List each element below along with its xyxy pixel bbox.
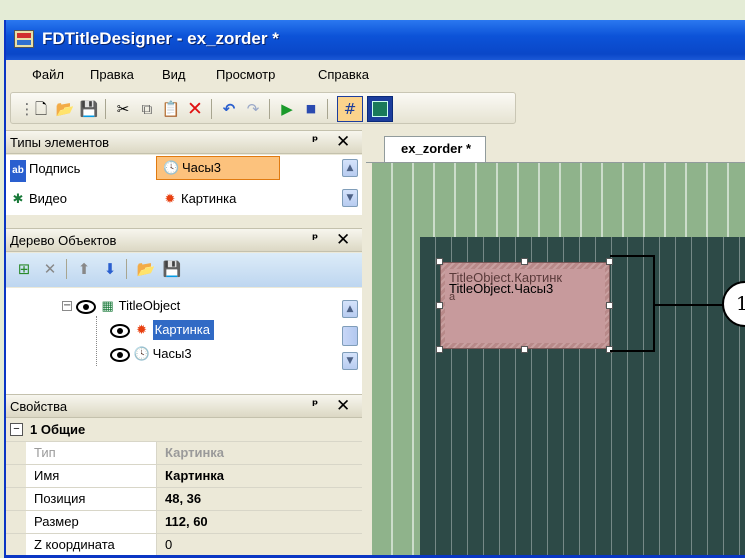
type-item-caption[interactable]: ab Подпись: [10, 158, 80, 182]
main-toolbar: ⋮ 🗋 📂 💾 ✂ ⧉ 📋 ✕ ↶ ↷ ▶ ■ #: [10, 92, 516, 124]
callout-bracket: [610, 255, 655, 352]
toolbar-separator: [327, 99, 328, 119]
scroll-up-button[interactable]: ▲: [342, 300, 358, 318]
move-down-icon[interactable]: ⬇: [100, 259, 120, 279]
play-icon[interactable]: ▶: [277, 99, 297, 119]
save-icon[interactable]: 💾: [79, 99, 99, 119]
props-panel: − 1 Общие Тип Картинка Имя Картинка Пози…: [6, 419, 362, 558]
selected-object[interactable]: TitleObject.Картинк а TitleObject.Часы3: [440, 262, 610, 349]
eye-icon[interactable]: [110, 323, 130, 338]
collapse-icon[interactable]: −: [10, 423, 23, 436]
resize-handle[interactable]: [521, 258, 528, 265]
resize-handle[interactable]: [436, 302, 443, 309]
top-caption: [0, 0, 745, 20]
save-object-icon[interactable]: 💾: [162, 259, 182, 279]
close-icon[interactable]: ✕: [336, 132, 350, 152]
grid-toggle-icon[interactable]: #: [337, 96, 363, 122]
eye-icon[interactable]: [76, 299, 96, 314]
type-item-video[interactable]: ✱ Видео: [10, 188, 67, 212]
prop-row-size[interactable]: Размер 112, 60: [6, 511, 362, 534]
cut-icon[interactable]: ✂: [113, 99, 133, 119]
caption-icon: ab: [10, 160, 26, 182]
copy-icon[interactable]: ⧉: [137, 99, 157, 119]
tree-panel-title: Дерево Объектов: [10, 233, 117, 248]
pin-icon[interactable]: ᵖ: [312, 134, 318, 149]
tree-line: [96, 316, 97, 366]
stop-icon[interactable]: ■: [301, 99, 321, 119]
type-item-clock[interactable]: 🕓 Часы3: [156, 156, 280, 180]
prop-row-z-order[interactable]: Z координата 0: [6, 534, 362, 557]
safe-area-toggle-icon[interactable]: [367, 96, 393, 122]
type-item-picture[interactable]: ✹ Картинка: [162, 188, 237, 212]
prop-row-name[interactable]: Имя Картинка: [6, 465, 362, 488]
toolbar-separator: [66, 259, 67, 279]
design-canvas[interactable]: TitleObject.Картинк а TitleObject.Часы3 …: [372, 163, 745, 558]
tree-node-clock[interactable]: 🕓 Часы3: [110, 344, 192, 364]
prop-group-general[interactable]: − 1 Общие: [6, 419, 362, 442]
menu-edit[interactable]: Правка: [90, 67, 134, 82]
scroll-up-button[interactable]: ▲: [342, 159, 358, 177]
toolbar-separator: [105, 99, 106, 119]
video-icon: ✱: [12, 191, 24, 206]
tree-node-picture[interactable]: ✹ Картинка: [110, 320, 214, 340]
collapse-icon[interactable]: −: [62, 301, 72, 311]
scroll-down-button[interactable]: ▼: [342, 189, 358, 207]
scroll-down-button[interactable]: ▼: [342, 352, 358, 370]
menu-help[interactable]: Справка: [318, 67, 369, 82]
title-object-icon: ▦: [101, 298, 114, 313]
tree-panel-header: Дерево Объектов ᵖ ✕: [6, 228, 362, 252]
redo-icon[interactable]: ↷: [243, 99, 263, 119]
toolbar-separator: [269, 99, 270, 119]
tree-toolbar: ⊞ ✕ ⬆ ⬇ 📂 💾: [6, 253, 362, 287]
title-bar[interactable]: FDTitleDesigner - ex_zorder *: [6, 20, 745, 60]
app-icon[interactable]: [14, 30, 34, 48]
delete-icon[interactable]: ✕: [185, 99, 205, 119]
picture-icon: ✹: [133, 320, 150, 339]
paste-icon[interactable]: 📋: [161, 99, 181, 119]
pin-icon[interactable]: ᵖ: [312, 232, 318, 247]
props-panel-title: Свойства: [10, 399, 68, 414]
object-label-clock: TitleObject.Часы3: [449, 281, 554, 296]
menu-view[interactable]: Вид: [162, 67, 186, 82]
tree-panel: − ▦ TitleObject ✹ Картинка 🕓 Часы3 ▲ ▼: [6, 288, 362, 406]
resize-handle[interactable]: [521, 346, 528, 353]
tree-node-root[interactable]: ▦ TitleObject: [76, 296, 180, 316]
callout-leader: [655, 304, 723, 306]
types-panel-title: Типы элементов: [10, 135, 110, 150]
add-object-icon[interactable]: ⊞: [14, 259, 34, 279]
close-icon[interactable]: ✕: [336, 230, 350, 250]
close-icon[interactable]: ✕: [336, 396, 350, 416]
move-up-icon[interactable]: ⬆: [74, 259, 94, 279]
types-panel: ab Подпись 🕓 Часы3 ✱ Видео ✹ Картинка ▲ ▼: [6, 155, 362, 215]
window-title: FDTitleDesigner - ex_zorder *: [42, 29, 279, 48]
new-file-icon[interactable]: 🗋: [31, 99, 51, 119]
open-folder-icon[interactable]: 📂: [55, 99, 75, 119]
menu-file[interactable]: Файл: [32, 67, 64, 82]
undo-icon[interactable]: ↶: [219, 99, 239, 119]
app-window: FDTitleDesigner - ex_zorder * Файл Правк…: [4, 20, 745, 558]
pin-icon[interactable]: ᵖ: [312, 398, 318, 413]
prop-row-type[interactable]: Тип Картинка: [6, 442, 362, 465]
scroll-thumb[interactable]: [342, 326, 358, 346]
clock-icon: 🕓: [163, 160, 180, 175]
clock-icon: 🕓: [133, 346, 150, 361]
toolbar-separator: [211, 99, 212, 119]
prop-row-position[interactable]: Позиция 48, 36: [6, 488, 362, 511]
selected-node-label: Картинка: [152, 320, 214, 340]
props-panel-header: Свойства ᵖ ✕: [6, 394, 362, 418]
menu-bar: Файл Правка Вид Просмотр Справка: [6, 60, 745, 90]
resize-handle[interactable]: [436, 258, 443, 265]
resize-handle[interactable]: [436, 346, 443, 353]
toolbar-separator: [126, 259, 127, 279]
menu-preview[interactable]: Просмотр: [216, 67, 275, 82]
tab-ex-zorder[interactable]: ex_zorder *: [384, 136, 487, 162]
types-panel-header: Типы элементов ᵖ ✕: [6, 130, 362, 154]
open-object-icon[interactable]: 📂: [136, 259, 156, 279]
picture-icon: ✹: [164, 191, 176, 206]
designer-area: ex_zorder * TitleObject.Картинк а TitleO…: [366, 130, 745, 558]
remove-object-icon[interactable]: ✕: [40, 259, 60, 279]
eye-icon[interactable]: [110, 347, 130, 362]
